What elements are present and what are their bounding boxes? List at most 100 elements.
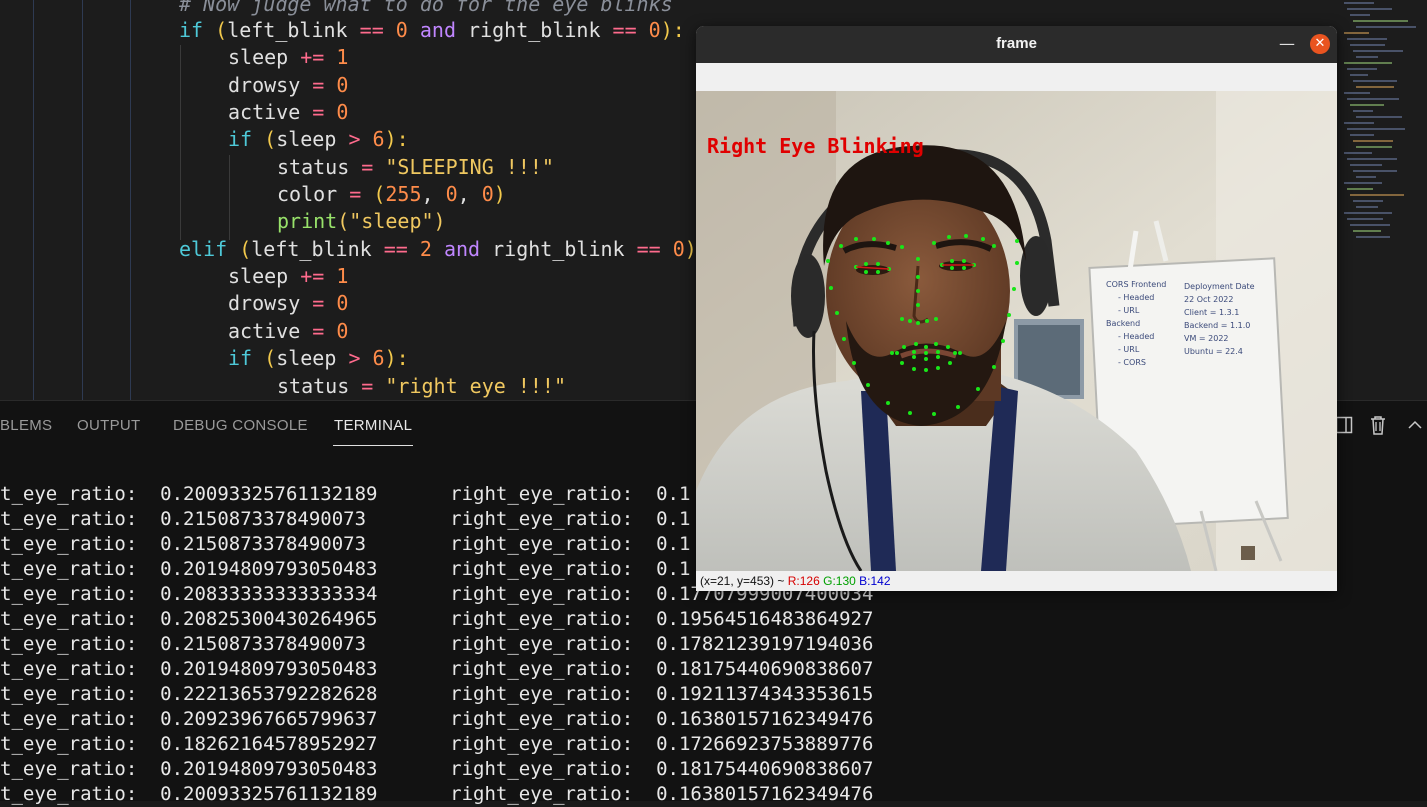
right-ratio-value: 0.1 xyxy=(656,508,691,530)
code-line-if: if (left_blink == 0 and right_blink == 0… xyxy=(179,18,685,42)
minimap-line xyxy=(1347,188,1373,190)
right-ratio-label: right_eye_ratio: xyxy=(450,483,657,505)
whiteboard-text: - Headed xyxy=(1118,293,1154,302)
left-ratio-label: t_eye_ratio: xyxy=(0,758,161,780)
tab-terminal[interactable]: TERMINAL xyxy=(334,417,412,434)
landmark-point xyxy=(950,266,954,270)
left-ratio-label: t_eye_ratio: xyxy=(0,483,161,505)
minimize-icon[interactable]: — xyxy=(1279,35,1295,53)
landmark-point xyxy=(936,350,940,354)
minimap-line xyxy=(1344,122,1374,124)
landmark-point xyxy=(962,266,966,270)
left-ratio-label: t_eye_ratio: xyxy=(0,608,161,630)
left-ratio-value: 0.20194809793050483 xyxy=(160,658,378,680)
landmark-point xyxy=(1012,287,1016,291)
minimap-line xyxy=(1353,230,1381,232)
minimap-line xyxy=(1353,200,1383,202)
close-icon[interactable]: ✕ xyxy=(1310,34,1330,54)
minimap-line xyxy=(1350,74,1368,76)
left-ratio-value: 0.2150873378490073 xyxy=(160,633,367,655)
left-ratio-value: 0.20194809793050483 xyxy=(160,758,378,780)
landmark-point xyxy=(914,342,918,346)
whiteboard-text: - Headed xyxy=(1118,332,1154,341)
minimap-line xyxy=(1356,176,1376,178)
landmark-point xyxy=(946,345,950,349)
landmark-point xyxy=(902,345,906,349)
tab-output[interactable]: OUTPUT xyxy=(77,417,140,434)
left-ratio-label: t_eye_ratio: xyxy=(0,508,161,530)
landmark-point xyxy=(948,361,952,365)
terminal-line: t_eye_ratio: 0.20825300430264965 right_ey… xyxy=(0,607,873,632)
minimap-line xyxy=(1353,170,1397,172)
minimap-line xyxy=(1356,236,1390,238)
landmark-point xyxy=(912,350,916,354)
indent-guide xyxy=(82,0,83,400)
minimap-line xyxy=(1344,152,1372,154)
whiteboard-text: - URL xyxy=(1118,345,1140,354)
landmark-point xyxy=(916,257,920,261)
terminal-line: t_eye_ratio: 0.20194809793050483 right_ey… xyxy=(0,657,873,682)
right-ratio-value: 0.18175440690838607 xyxy=(656,658,874,680)
landmark-point xyxy=(916,321,920,325)
right-ratio-label: right_eye_ratio: xyxy=(450,533,657,555)
landmark-point xyxy=(864,262,868,266)
minimap-line xyxy=(1350,104,1384,106)
landmark-point xyxy=(947,235,951,239)
minimap-line xyxy=(1350,14,1370,16)
code-line-sleep: sleep += 1 xyxy=(228,264,349,288)
left-ratio-label: t_eye_ratio: xyxy=(0,658,161,680)
right-ratio-value: 0.1 xyxy=(656,533,691,555)
minimap[interactable] xyxy=(1340,0,1427,260)
landmark-point xyxy=(924,345,928,349)
chevron-up-icon[interactable] xyxy=(1406,415,1424,439)
minimap-line xyxy=(1356,206,1378,208)
whiteboard-text: Client = 1.3.1 xyxy=(1184,308,1239,317)
blink-status-text: Right Eye Blinking xyxy=(707,134,924,158)
minimap-line xyxy=(1356,116,1402,118)
code-line-if-sleep: if (sleep > 6): xyxy=(228,127,409,151)
terminal-line: t_eye_ratio: 0.20093325761132189 right_ey… xyxy=(0,482,690,507)
landmark-point xyxy=(895,351,899,355)
trash-icon[interactable] xyxy=(1369,415,1387,440)
landmark-point xyxy=(842,337,846,341)
right-ratio-value: 0.16380157162349476 xyxy=(656,708,874,730)
terminal-line: t_eye_ratio: 0.20923967665799637 right_ey… xyxy=(0,707,873,732)
window-toolbar xyxy=(696,63,1337,91)
right-ratio-value: 0.18175440690838607 xyxy=(656,758,874,780)
code-line-elif: elif (left_blink == 2 and right_blink ==… xyxy=(179,237,697,261)
left-ratio-value: 0.20194809793050483 xyxy=(160,558,378,580)
right-ratio-label: right_eye_ratio: xyxy=(450,683,657,705)
tab-debug-console[interactable]: DEBUG CONSOLE xyxy=(173,417,308,434)
frame-window[interactable]: frame — ✕ CORS Frontend - Headed - URL B… xyxy=(696,26,1337,591)
code-line-comment: # Now judge what to do for the eye blink… xyxy=(179,0,673,16)
landmark-point xyxy=(916,289,920,293)
webcam-frame[interactable]: CORS Frontend - Headed - URL Backend - Heade… xyxy=(696,91,1337,571)
minimap-line xyxy=(1353,110,1373,112)
landmark-point xyxy=(890,351,894,355)
split-editor-icon[interactable] xyxy=(1335,415,1353,439)
landmark-point xyxy=(835,311,839,315)
landmark-point xyxy=(900,317,904,321)
minimap-line xyxy=(1353,50,1403,52)
active-tab-indicator xyxy=(333,445,413,446)
landmark-point xyxy=(953,351,957,355)
right-ratio-label: right_eye_ratio: xyxy=(450,508,657,530)
minimap-line xyxy=(1356,26,1416,28)
minimap-line xyxy=(1350,164,1382,166)
left-ratio-label: t_eye_ratio: xyxy=(0,533,161,555)
landmark-point xyxy=(992,244,996,248)
landmark-point xyxy=(876,270,880,274)
tab-problems[interactable]: BLEMS xyxy=(0,417,52,434)
landmark-point xyxy=(908,319,912,323)
landmark-point xyxy=(886,241,890,245)
landmark-point xyxy=(916,303,920,307)
landmark-point xyxy=(934,342,938,346)
cursor-position: (x=21, y=453) ~ xyxy=(700,574,788,588)
code-line-active: active = 0 xyxy=(228,100,349,124)
landmark-point xyxy=(1015,261,1019,265)
landmark-point xyxy=(900,361,904,365)
left-eye xyxy=(856,265,890,275)
code-line-sleep: sleep += 1 xyxy=(228,45,349,69)
window-titlebar[interactable]: frame — ✕ xyxy=(696,26,1337,63)
landmark-point xyxy=(924,357,928,361)
